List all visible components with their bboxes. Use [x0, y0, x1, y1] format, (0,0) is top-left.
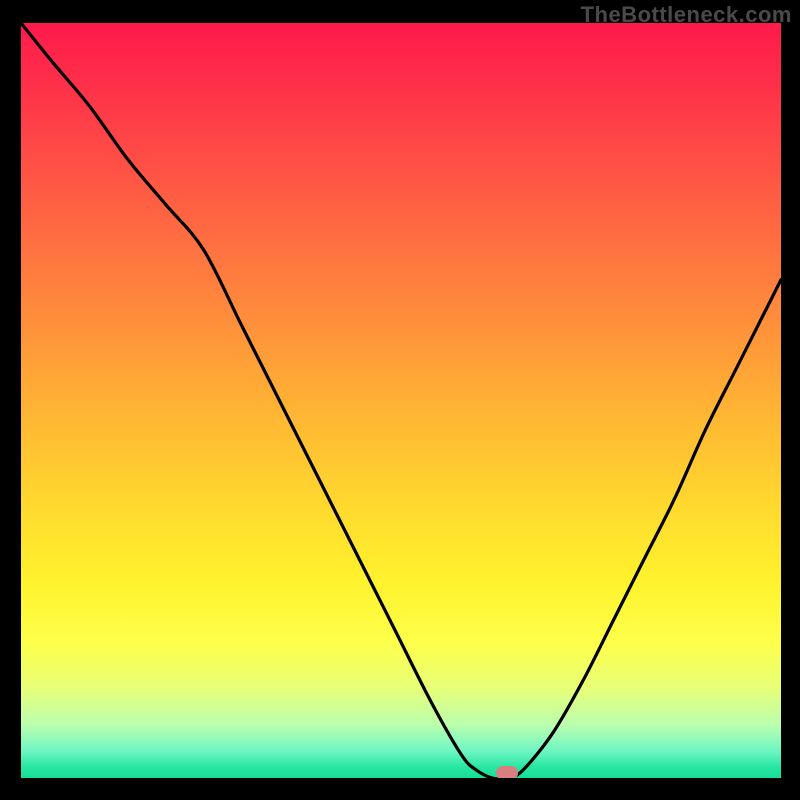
optimal-marker [496, 766, 518, 778]
watermark-label: TheBottleneck.com [581, 2, 792, 28]
bottleneck-curve [21, 23, 781, 778]
plot-area [21, 23, 781, 778]
chart-frame: TheBottleneck.com [0, 0, 800, 800]
